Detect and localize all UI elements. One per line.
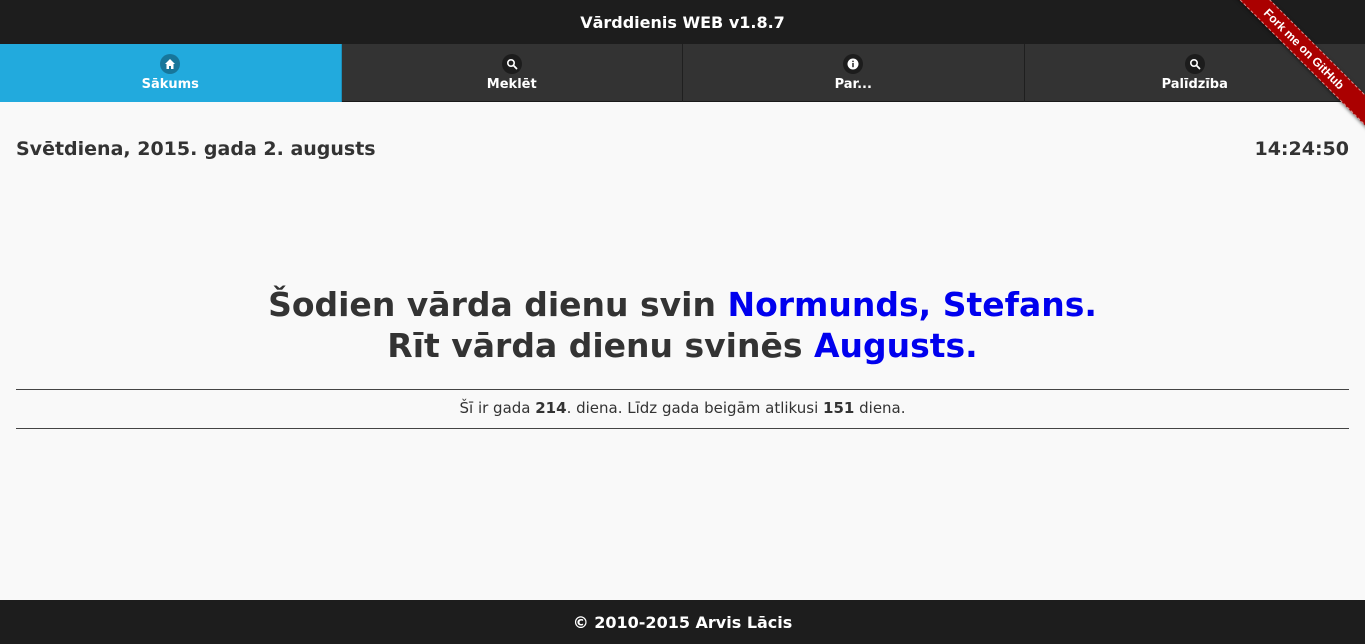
search-icon	[501, 54, 522, 74]
info-icon	[843, 54, 864, 74]
tab-home-label: Sākums	[141, 77, 199, 92]
days-left: 151	[823, 399, 855, 417]
tab-search-label: Meklēt	[486, 77, 537, 92]
stats-suffix: diena.	[854, 399, 906, 417]
tab-about-label: Par...	[834, 77, 872, 92]
app-title: Vārddienis WEB v1.8.7	[580, 12, 785, 32]
divider-top	[16, 389, 1349, 390]
today-prefix: Šodien vārda dienu svin	[268, 285, 728, 324]
tab-home[interactable]: Sākums	[0, 44, 342, 102]
github-ribbon-label[interactable]: Fork me on GitHub	[1216, 0, 1365, 139]
name-day-announcement: Šodien vārda dienu svin Normunds, Stefan…	[16, 284, 1349, 366]
main-navbar: Sākums Meklēt Par... Palīdzība	[0, 44, 1365, 102]
tab-about[interactable]: Par...	[683, 44, 1025, 102]
tomorrow-names: Augusts.	[813, 326, 978, 365]
tab-search[interactable]: Meklēt	[342, 44, 683, 102]
search-icon	[1184, 54, 1205, 74]
divider-bottom	[16, 428, 1349, 429]
year-stats: Šī ir gada 214. diena. Līdz gada beigām …	[16, 399, 1349, 417]
stats-middle: . diena. Līdz gada beigām atlikusi	[566, 399, 824, 417]
tomorrow-prefix: Rīt vārda dienu svinēs	[387, 326, 814, 365]
app-header: Vārddienis WEB v1.8.7	[0, 0, 1365, 44]
today-names: Normunds, Stefans.	[727, 285, 1097, 324]
current-date: Svētdiena, 2015. gada 2. augusts	[16, 138, 376, 160]
app-footer: © 2010-2015 Arvis Lācis	[0, 600, 1365, 644]
home-icon	[160, 54, 181, 74]
tomorrow-names-line: Rīt vārda dienu svinēs Augusts.	[16, 325, 1349, 366]
stats-prefix: Šī ir gada	[459, 399, 536, 417]
day-of-year: 214	[535, 399, 567, 417]
github-ribbon[interactable]: Fork me on GitHub	[1216, 0, 1365, 149]
copyright-text: © 2010-2015 Arvis Lācis	[572, 612, 793, 632]
today-names-line: Šodien vārda dienu svin Normunds, Stefan…	[16, 284, 1349, 325]
